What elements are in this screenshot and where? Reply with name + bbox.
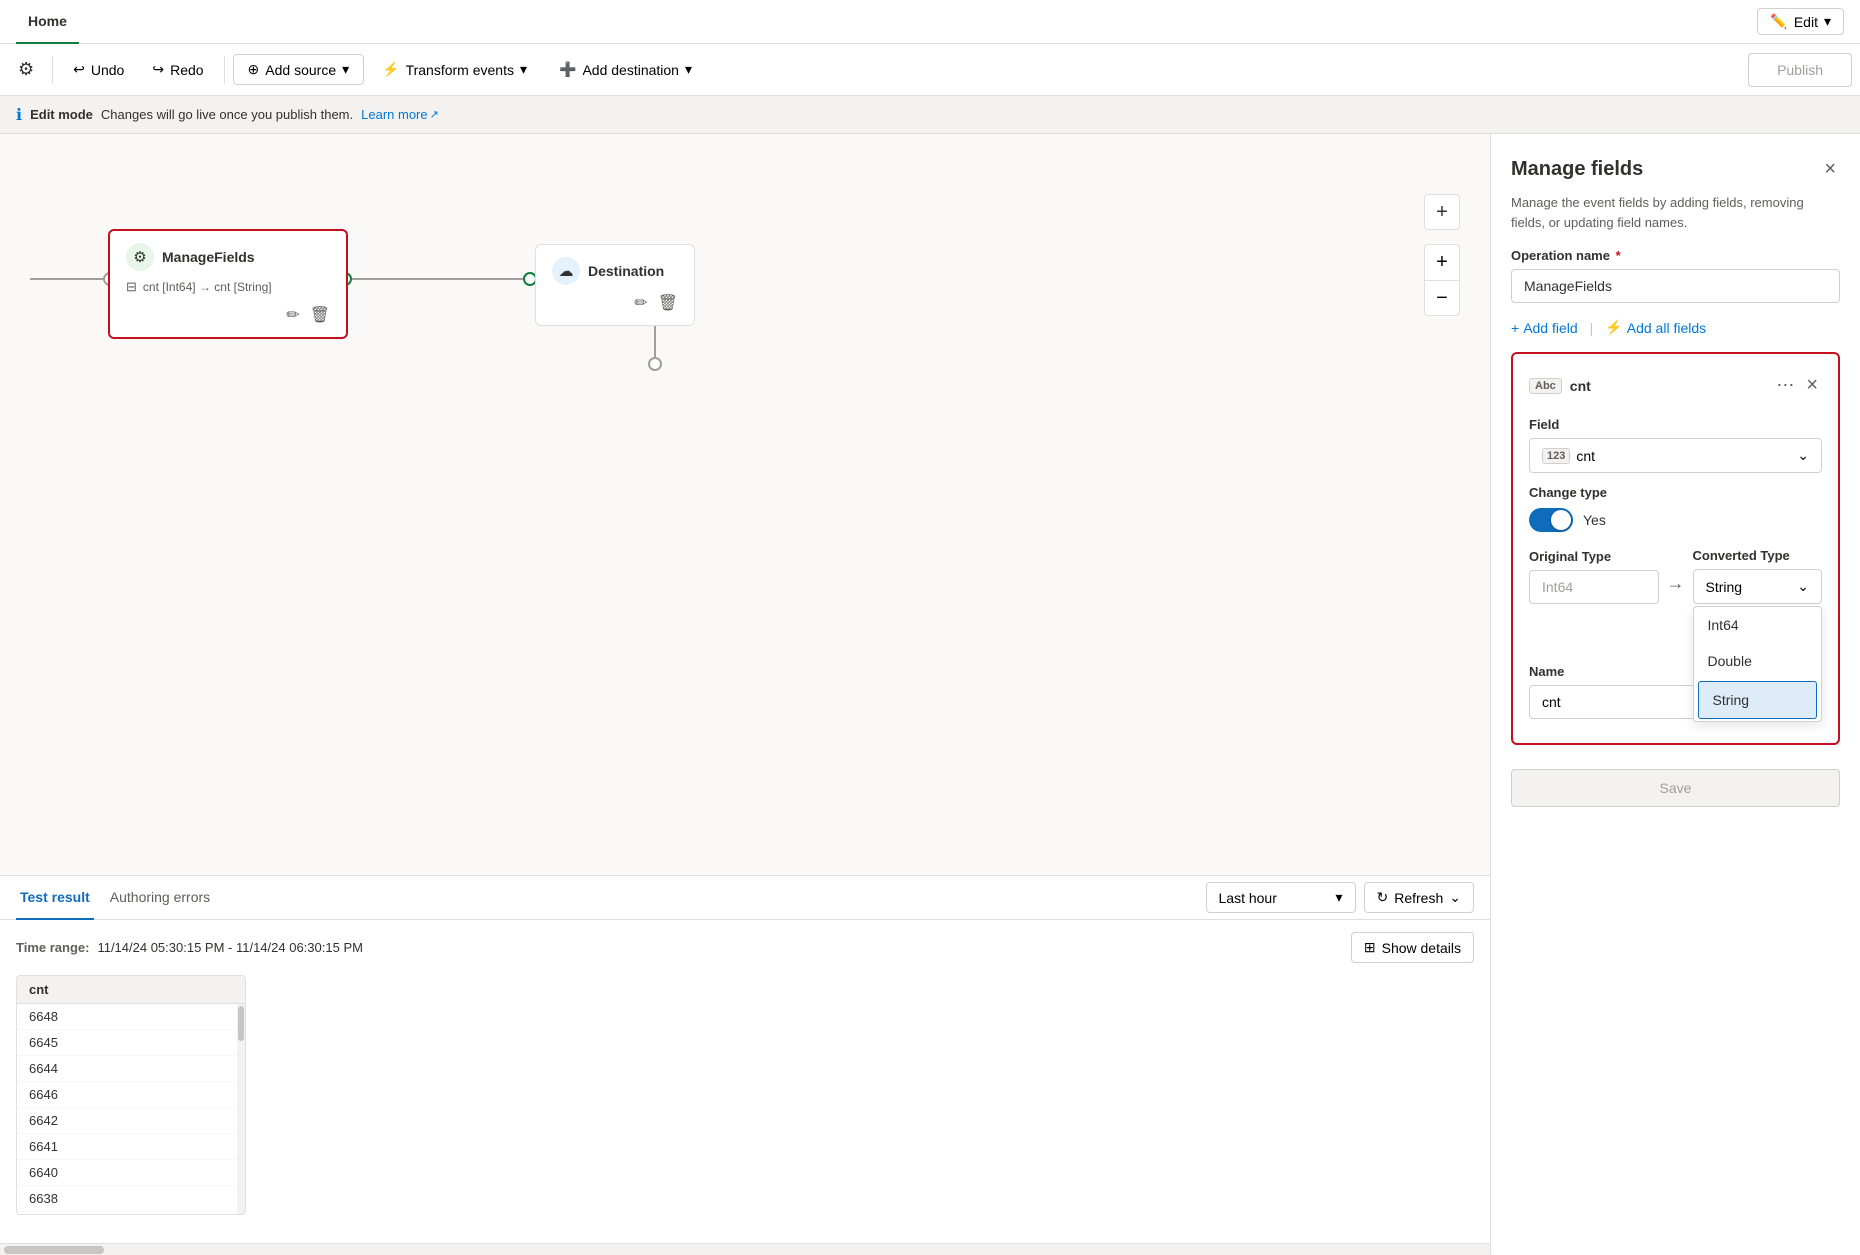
refresh-icon: ↻ (1377, 889, 1389, 906)
type-dropdown: Int64 Double String (1693, 606, 1823, 722)
table-row: 6645 (17, 1030, 245, 1056)
time-range-dropdown[interactable]: Last hour ▾ (1206, 882, 1356, 913)
home-tab-label: Home (28, 13, 67, 29)
redo-icon: ↪ (152, 61, 164, 78)
converted-type-chevron-icon: ⌄ (1797, 578, 1809, 595)
undo-icon: ↩ (73, 61, 85, 78)
info-icon: ℹ (16, 105, 22, 125)
converted-type-selector[interactable]: String ⌄ (1693, 569, 1823, 604)
delete-node-button[interactable]: 🗑 (310, 305, 330, 325)
destination-title: Destination (588, 263, 664, 279)
lightning-icon: ⚡ (1605, 319, 1622, 336)
edit-mode-label: Edit mode (30, 107, 93, 122)
name-label: Name (1529, 664, 1564, 679)
redo-button[interactable]: ↪ Redo (140, 55, 215, 84)
field-chevron-icon: ⌄ (1797, 447, 1809, 464)
toggle-value-label: Yes (1583, 512, 1606, 528)
field-label: Field (1529, 417, 1559, 432)
transform-chevron-icon: ▾ (520, 61, 527, 78)
field-more-button[interactable]: ⋯ (1772, 371, 1800, 400)
edit-mode-message: Changes will go live once you publish th… (101, 107, 353, 122)
transform-icon: ⚡ (382, 61, 399, 78)
type-option-int64[interactable]: Int64 (1694, 607, 1822, 643)
add-source-chevron-icon: ▾ (342, 61, 349, 78)
field-num-icon: 123 (1542, 448, 1570, 464)
destination-node[interactable]: ☁ Destination ✏ 🗑 (535, 244, 695, 326)
manage-fields-title: ManageFields (162, 249, 255, 265)
gear-icon: ⚙ (18, 59, 34, 79)
learn-more-link[interactable]: Learn more ↗ (361, 107, 439, 122)
zoom-in-icon: + (1436, 251, 1448, 274)
manage-fields-node[interactable]: ⚙ ManageFields ⊟ cnt [Int64] → cnt [Stri… (108, 229, 348, 339)
refresh-button[interactable]: ↻ Refresh ⌄ (1364, 882, 1475, 913)
edit-node-button[interactable]: ✏ (286, 305, 299, 325)
undo-button[interactable]: ↩ Undo (61, 55, 136, 84)
time-dropdown-chevron-icon: ▾ (1335, 889, 1342, 906)
operation-name-label: Operation name (1511, 248, 1610, 263)
add-destination-chevron-icon: ▾ (685, 61, 692, 78)
table-row: 6641 (17, 1134, 245, 1160)
publish-button[interactable]: Publish (1748, 53, 1852, 87)
required-asterisk: * (1616, 248, 1621, 263)
field-close-button[interactable]: × (1802, 370, 1822, 401)
show-details-button[interactable]: ⊞ Show details (1351, 932, 1474, 963)
manage-fields-icon: ⚙ (126, 243, 154, 271)
manage-fields-desc: cnt [Int64] → cnt [String] (143, 280, 272, 294)
external-link-icon: ↗ (430, 108, 439, 121)
show-details-icon: ⊞ (1364, 939, 1376, 956)
table-row: 6642 (17, 1108, 245, 1134)
type-option-double[interactable]: Double (1694, 643, 1822, 679)
table-row: 6646 (17, 1082, 245, 1108)
add-destination-icon: ➕ (559, 61, 576, 78)
original-type-label: Original Type (1529, 549, 1611, 564)
cnt-field-icon: Abc (1529, 378, 1562, 394)
change-type-toggle[interactable] (1529, 508, 1573, 532)
delete-destination-button[interactable]: 🗑 (658, 293, 678, 313)
table-body: 6648 6645 6644 6646 6642 6641 6640 6638 … (17, 1004, 245, 1214)
refresh-chevron-icon: ⌄ (1449, 889, 1461, 906)
table-row: 6640 (17, 1160, 245, 1186)
zoom-in-button[interactable]: + (1424, 244, 1460, 280)
time-range-value: 11/14/24 05:30:15 PM - 11/14/24 06:30:15… (97, 940, 362, 955)
test-result-tab[interactable]: Test result (16, 876, 94, 920)
panel-description: Manage the event fields by adding fields… (1511, 193, 1840, 232)
zoom-out-icon: − (1436, 287, 1448, 310)
edit-destination-button[interactable]: ✏ (634, 293, 647, 313)
close-panel-button[interactable]: × (1820, 154, 1840, 185)
edit-button[interactable]: ✏️ Edit ▾ (1757, 8, 1844, 35)
table-icon: ⊟ (126, 279, 137, 295)
type-option-string[interactable]: String (1698, 681, 1818, 719)
add-destination-button[interactable]: ➕ Add destination ▾ (545, 55, 706, 84)
chevron-down-icon: ▾ (1824, 13, 1831, 30)
authoring-errors-tab[interactable]: Authoring errors (98, 876, 222, 920)
add-all-fields-button[interactable]: ⚡ Add all fields (1605, 319, 1706, 336)
original-type-input (1529, 570, 1659, 604)
time-range-label: Time range: (16, 940, 89, 955)
gear-button[interactable]: ⚙ (8, 53, 44, 86)
field-selector[interactable]: 123 cnt ⌄ (1529, 438, 1822, 473)
add-source-button[interactable]: ⊕ Add source ▾ (233, 54, 365, 85)
table-row: 6637 (17, 1212, 245, 1214)
converted-type-label: Converted Type (1693, 548, 1790, 563)
table-header: cnt (17, 976, 245, 1004)
add-field-plus-icon: + (1511, 320, 1519, 336)
zoom-out-button[interactable]: − (1424, 280, 1460, 316)
add-field-button[interactable]: + Add field (1511, 320, 1578, 336)
table-scrollbar-thumb[interactable] (238, 1006, 244, 1041)
destination-icon: ☁ (552, 257, 580, 285)
save-button[interactable]: Save (1511, 769, 1840, 807)
table-row: 6648 (17, 1004, 245, 1030)
transform-events-button[interactable]: ⚡ Transform events ▾ (368, 55, 541, 84)
cnt-field-title: cnt (1570, 378, 1591, 394)
table-row: 6644 (17, 1056, 245, 1082)
horizontal-scrollbar-thumb[interactable] (4, 1246, 104, 1254)
add-node-button[interactable]: + (1424, 194, 1460, 230)
pencil-icon: ✏️ (1770, 13, 1787, 30)
manage-fields-panel-title: Manage fields (1511, 158, 1643, 181)
add-source-icon: ⊕ (248, 61, 260, 78)
home-tab[interactable]: Home (16, 0, 79, 44)
table-row: 6638 (17, 1186, 245, 1212)
operation-name-input[interactable] (1511, 269, 1840, 303)
